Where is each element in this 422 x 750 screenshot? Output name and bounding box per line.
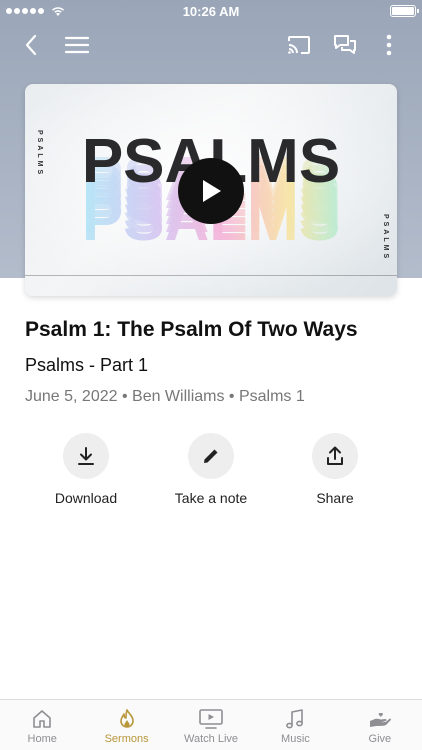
- play-icon: [203, 180, 221, 202]
- back-chevron-icon: [25, 34, 37, 56]
- battery-icon: [390, 5, 419, 17]
- cast-icon: [288, 36, 310, 54]
- share-circle[interactable]: [312, 433, 358, 479]
- tab-home-label: Home: [27, 733, 57, 745]
- tab-music-label: Music: [281, 733, 310, 745]
- download-icon: [78, 447, 94, 465]
- artwork-side-label-right: PSALMS: [382, 214, 389, 261]
- chat-icon: [334, 35, 356, 54]
- signal-icon: [6, 8, 44, 14]
- play-button[interactable]: [178, 158, 244, 224]
- sermon-series: Psalms - Part 1: [25, 355, 149, 375]
- status-left: [6, 5, 66, 17]
- home-icon: [33, 710, 52, 728]
- share-button[interactable]: Share: [280, 433, 390, 506]
- tab-watch-live-label: Watch Live: [184, 733, 239, 745]
- tab-sermons-label: Sermons: [104, 733, 149, 745]
- tab-give-label: Give: [368, 733, 392, 745]
- give-icon: [369, 712, 391, 727]
- download-circle[interactable]: [63, 433, 109, 479]
- share-icon: [327, 446, 343, 465]
- wifi-icon: [51, 7, 65, 16]
- share-label: Share: [316, 490, 354, 506]
- menu-button[interactable]: [62, 30, 92, 60]
- flame-icon: [119, 709, 134, 728]
- status-bar: 10:26 AM: [0, 0, 422, 22]
- tab-watch-live[interactable]: Watch Live: [169, 700, 253, 750]
- menu-icon: [65, 36, 89, 54]
- nav-bar: [0, 22, 422, 66]
- tab-sermons[interactable]: Sermons: [84, 700, 168, 750]
- take-note-button[interactable]: Take a note: [156, 433, 266, 506]
- tab-home[interactable]: Home: [0, 700, 84, 750]
- video-player[interactable]: PSALMS PSALMS PSALMS PSALMS PSALMS PSALM…: [25, 84, 397, 296]
- take-note-circle[interactable]: [188, 433, 234, 479]
- tv-icon: [199, 709, 223, 729]
- sermon-meta: June 5, 2022 • Ben Williams • Psalms 1: [25, 388, 305, 405]
- more-icon: [386, 34, 392, 56]
- sermon-title: Psalm 1: The Psalm Of Two Ways: [25, 318, 358, 341]
- artwork-side-label-left: PSALMS: [36, 130, 43, 177]
- more-button[interactable]: [374, 30, 404, 60]
- tab-bar: Home Sermons Watch Live Music Give: [0, 699, 422, 750]
- download-label: Download: [54, 490, 118, 506]
- tab-give[interactable]: Give: [338, 700, 422, 750]
- download-button[interactable]: Download: [31, 433, 141, 506]
- cast-button[interactable]: [284, 30, 314, 60]
- chat-button[interactable]: [330, 30, 360, 60]
- tab-music[interactable]: Music: [253, 700, 337, 750]
- take-note-label: Take a note: [174, 490, 248, 506]
- music-icon: [286, 709, 304, 729]
- back-button[interactable]: [16, 30, 46, 60]
- pencil-icon: [204, 449, 218, 463]
- video-divider: [25, 275, 397, 276]
